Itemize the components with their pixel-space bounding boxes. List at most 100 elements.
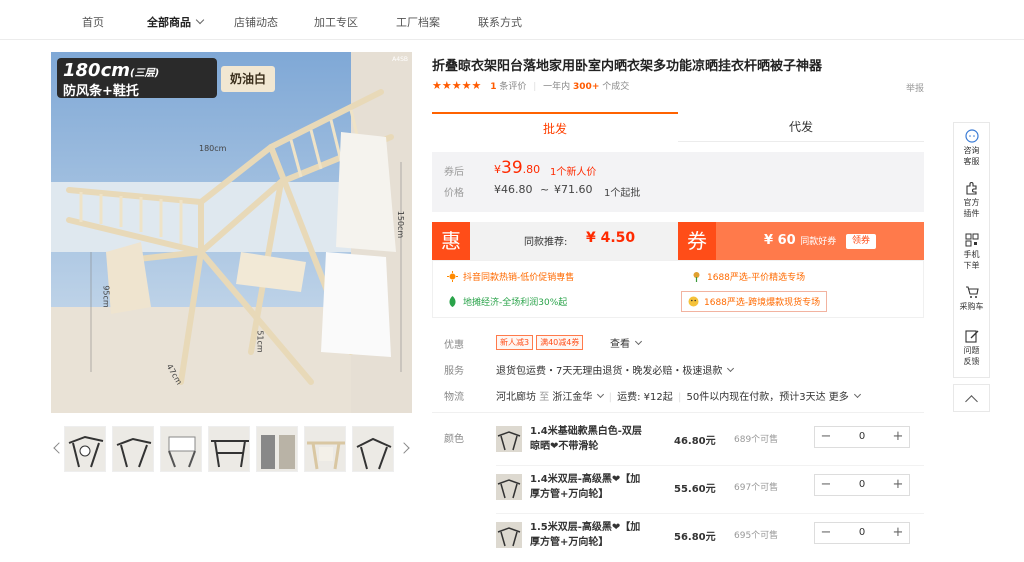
sku-name: 1.4米双层-高级黑❤【加厚方管+万向轮】 (530, 474, 641, 500)
sidebar-consult-label-1: 咨询 (963, 146, 980, 155)
price-range-low: ¥46.80 (494, 183, 533, 196)
chevron-up-icon (965, 395, 978, 408)
thumb-prev-button[interactable] (51, 440, 65, 458)
chevron-down-icon (727, 364, 735, 373)
offer-tag[interactable]: 满40减4券 (536, 335, 584, 350)
quantity-input[interactable]: 0 (837, 523, 887, 543)
increase-button[interactable]: + (887, 523, 909, 543)
report-link[interactable]: 举报 (906, 81, 924, 94)
divider: | (677, 392, 682, 403)
same-item-promo[interactable]: 惠 同款推荐: ¥ 4.50 (432, 222, 678, 260)
link-street-economy-label: 地摊经济-全场利润30%起 (463, 298, 568, 308)
quantity-input[interactable]: 0 (837, 475, 887, 495)
quantity-input[interactable]: 0 (837, 427, 887, 447)
sidebar-plugin[interactable]: 官方 插件 (954, 175, 989, 229)
tab-wholesale[interactable]: 批发 (432, 112, 678, 142)
sidebar-plugin-label-2: 插件 (963, 209, 980, 218)
thumb-next-button[interactable] (398, 440, 410, 458)
thumbnail-4[interactable] (208, 426, 250, 472)
face-icon (688, 296, 699, 307)
nav-factory-profile[interactable]: 工厂档案 (396, 14, 440, 30)
size-badge-size: 180cm(三层) (63, 60, 159, 81)
dimension-side: 51cm (255, 330, 265, 353)
sidebar-cart-label: 采购车 (959, 302, 984, 311)
leaf-icon (447, 296, 458, 307)
service-text[interactable]: 退货包运费・7天无理由退货・晚发必赔・极速退款 (496, 362, 735, 377)
nav-home[interactable]: 首页 (82, 14, 104, 30)
thumbnail-1[interactable] (64, 426, 106, 472)
offer-label: 优惠 (444, 340, 464, 351)
dimension-mid: 95cm (101, 285, 111, 308)
thumbnail-2[interactable] (112, 426, 154, 472)
sidebar-feedback-label-1: 问题 (963, 346, 980, 355)
coupon-price: ¥39.80 (494, 158, 540, 178)
price-box: 券后 ¥39.80 1个新人价 价格 ¥46.80 ~ ¥71.60 1个起批 (432, 152, 924, 212)
offer-row: 优惠 新人减3 满40减4券 查看 (432, 334, 924, 354)
sidebar-consult[interactable]: 咨询 客服 (954, 123, 989, 177)
tab-dropship[interactable]: 代发 (678, 112, 924, 142)
sun-icon (447, 271, 458, 282)
link-douyin-hot[interactable]: 抖音同款热销-低价促销専售 (447, 270, 574, 283)
link-1688-value[interactable]: 1688严选-平价精选专场 (691, 270, 805, 283)
sku-thumbnail[interactable] (496, 522, 522, 548)
ship-from: 河北廊坊 (496, 392, 536, 403)
price-label: 价格 (444, 188, 464, 199)
sales-count: 300+ (573, 82, 600, 92)
chevron-right-icon (398, 442, 410, 454)
product-title: 折叠晾衣架阳台落地家用卧室内晒衣架多功能凉晒挂衣杆晒被子神器 (432, 59, 823, 74)
decrease-button[interactable]: − (815, 475, 837, 495)
nav-all-products-label: 全部商品 (147, 16, 191, 29)
sidebar-mobile-order-label-1: 手机 (963, 250, 980, 259)
sidebar-feedback[interactable]: 问题 反馈 (954, 323, 989, 377)
sales-prefix: 一年内 (543, 82, 571, 92)
nav-all-products[interactable]: 全部商品 (147, 14, 205, 30)
thumbnail-rack-image (168, 436, 196, 468)
flower-icon (691, 271, 702, 282)
quantity-stepper: − 0 + (814, 522, 910, 544)
nav-processing[interactable]: 加工专区 (314, 14, 358, 30)
sku-stock: 697个可售 (734, 483, 779, 493)
color-label: 颜色 (444, 434, 464, 445)
min-order-note: 1个起批 (604, 188, 641, 199)
activity-links: 抖音同款热销-低价促销専售 1688严选-平价精选专场 地摊经济-全场利润30%… (432, 260, 924, 318)
offer-view-more[interactable]: 查看 (610, 335, 643, 350)
thumbnail-5[interactable] (256, 426, 298, 472)
ship-note: 50件以内现在付款，预计3天达 (686, 392, 826, 403)
decrease-button[interactable]: − (815, 523, 837, 543)
sku-thumbnail[interactable] (496, 474, 522, 500)
thumbnail-rack-image (68, 435, 104, 468)
thumbnail-strip (51, 426, 412, 474)
same-item-label: 同款推荐: (524, 237, 568, 248)
sidebar-mobile-order[interactable]: 手机 下单 (954, 227, 989, 281)
ship-to: 浙江金华 (552, 392, 593, 403)
sku-thumbnail[interactable] (496, 426, 522, 452)
sidebar-feedback-label-2: 反馈 (963, 357, 980, 366)
increase-button[interactable]: + (887, 427, 909, 447)
main-product-image[interactable]: 180cm(三层) 防风条+鞋托 奶油白 A4SB 180cm 150cm 95… (51, 52, 412, 413)
offer-view-more-label: 查看 (610, 339, 630, 350)
ship-to-select[interactable]: 浙江金华 (552, 390, 605, 403)
size-badge-features: 防风条+鞋托 (63, 84, 139, 99)
thumbnail-3[interactable] (160, 426, 202, 472)
thumbnail-6[interactable] (304, 426, 346, 472)
nav-shop-news[interactable]: 店铺动态 (234, 14, 278, 30)
purchase-mode-tabs: 批发 代发 (432, 112, 924, 142)
increase-button[interactable]: + (887, 475, 909, 495)
thumbnail-7[interactable] (352, 426, 394, 472)
link-cross-border[interactable]: 1688严选-跨境爆款现货专场 (681, 291, 828, 312)
sidebar-plugin-label-1: 官方 (963, 198, 980, 207)
ship-more[interactable]: 更多 (829, 390, 861, 403)
claim-coupon-button[interactable]: 领券 (846, 234, 876, 249)
link-street-economy[interactable]: 地摊经济-全场利润30%起 (447, 295, 567, 308)
sku-rack-image (497, 479, 521, 499)
coupon-promo: 券 ¥ 60 同款好券 领券 (678, 222, 924, 260)
coupon-price-int: 39 (501, 158, 523, 178)
nav-contact[interactable]: 联系方式 (478, 14, 522, 30)
decrease-button[interactable]: − (815, 427, 837, 447)
back-to-top-button[interactable] (953, 384, 990, 412)
chevron-down-icon (634, 337, 643, 346)
offer-tag[interactable]: 新人减3 (496, 335, 534, 350)
star-rating-icon: ★★★★★ (432, 79, 482, 92)
cart-icon (965, 286, 979, 298)
review-link[interactable]: 1 条评价 (490, 82, 526, 92)
